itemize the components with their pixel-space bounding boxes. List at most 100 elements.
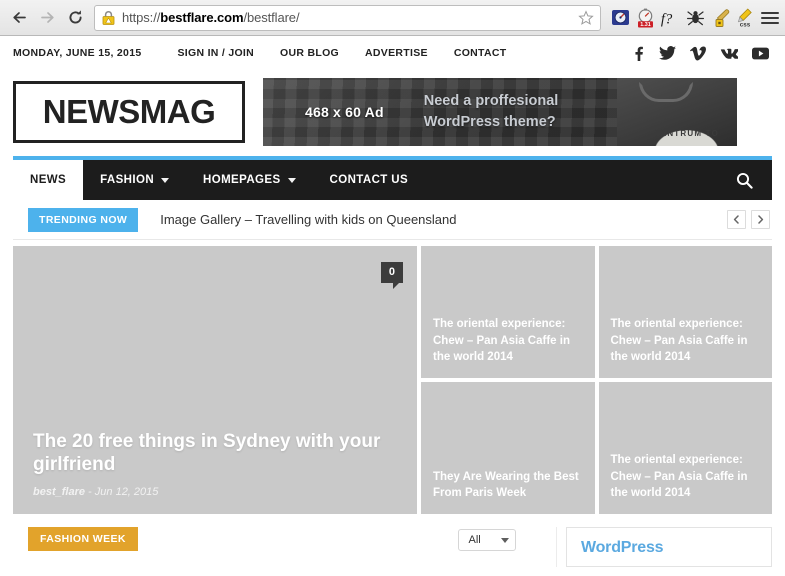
nav-item-fashion[interactable]: FASHION (83, 160, 186, 200)
extension-icons: 1.31 f? css (608, 7, 755, 29)
trending-prev-button[interactable] (727, 210, 746, 229)
nav-item-contact-us[interactable]: CONTACT US (313, 160, 426, 200)
trending-next-button[interactable] (751, 210, 770, 229)
featured-posts-row-1: The oriental experience: Chew – Pan Asia… (421, 246, 772, 378)
svg-text:1.31: 1.31 (640, 22, 651, 28)
back-button[interactable] (6, 5, 32, 31)
color-picker-eyedropper-icon[interactable] (710, 7, 730, 29)
featured-post-author[interactable]: best_flare (33, 486, 85, 498)
featured-post-small-4[interactable]: The oriental experience: Chew – Pan Asia… (598, 382, 773, 514)
svg-text:css: css (740, 22, 751, 28)
featured-post-small-4-caption: The oriental experience: Chew – Pan Asia… (599, 442, 773, 514)
featured-post-small-1-caption: The oriental experience: Chew – Pan Asia… (421, 306, 595, 378)
web-page: MONDAY, JUNE 15, 2015 SIGN IN / JOIN OUR… (0, 36, 785, 576)
nav-item-homepages[interactable]: HOMEPAGES (186, 160, 313, 200)
featured-post-small-3[interactable]: They Are Wearing the Best From Paris Wee… (421, 382, 595, 514)
sidebar-area: WordPress (556, 527, 772, 567)
wordpress-widget: WordPress (566, 527, 772, 567)
main-nav-wrapper: NEWS FASHION HOMEPAGES CONTACT US (0, 156, 785, 200)
address-bar[interactable]: https://bestflare.com/bestflare/ (94, 4, 601, 31)
ad-message-line-2: WordPress theme? (423, 114, 556, 130)
svg-text:f?: f? (661, 11, 673, 27)
chevron-down-icon (500, 537, 509, 543)
site-logo[interactable]: NEWSMAG (13, 81, 245, 143)
site-logo-text: NEWSMAG (42, 93, 216, 130)
ad-tshirt-image: TANTRUM TO (617, 78, 737, 146)
browser-toolbar: https://bestflare.com/bestflare/ 1.31 f?… (0, 0, 785, 36)
header-ad-banner[interactable]: 468 x 60 Ad Need a proffesional WordPres… (263, 78, 737, 146)
ad-message-line-1: Need a proffesional (423, 92, 559, 109)
speedometer-extension-icon[interactable] (610, 7, 630, 29)
category-filter-select[interactable]: All (457, 529, 516, 551)
featured-posts-mosaic: 0 The 20 free things in Sydney with your… (13, 246, 772, 514)
featured-post-small-3-title[interactable]: They Are Wearing the Best From Paris Wee… (433, 469, 583, 502)
featured-post-small-2[interactable]: The oriental experience: Chew – Pan Asia… (598, 246, 773, 378)
chevron-down-icon (287, 177, 296, 183)
featured-post-large[interactable]: 0 The 20 free things in Sydney with your… (13, 246, 417, 514)
ad-size-label: 468 x 60 Ad (305, 104, 384, 120)
url-scheme: https:// (122, 10, 161, 25)
trending-arrows (727, 210, 772, 229)
wordpress-widget-title: WordPress (581, 539, 664, 556)
category-badge-fashion-week[interactable]: FASHION WEEK (28, 527, 138, 551)
top-link-sign-in[interactable]: SIGN IN / JOIN (177, 47, 254, 59)
web-developer-bug-icon[interactable] (685, 7, 705, 29)
forward-arrow-icon (40, 12, 54, 23)
featured-posts-grid: The oriental experience: Chew – Pan Asia… (421, 246, 772, 514)
featured-post-small-1[interactable]: The oriental experience: Chew – Pan Asia… (421, 246, 595, 378)
main-nav: NEWS FASHION HOMEPAGES CONTACT US (13, 156, 772, 200)
top-link-advertise[interactable]: ADVERTISE (365, 47, 428, 59)
url-text: https://bestflare.com/bestflare/ (122, 10, 578, 25)
featured-post-small-2-title[interactable]: The oriental experience: Chew – Pan Asia… (611, 316, 761, 366)
search-icon (736, 172, 753, 189)
nav-item-contact-us-label: CONTACT US (329, 174, 409, 186)
top-links: SIGN IN / JOIN OUR BLOG ADVERTISE CONTAC… (177, 47, 506, 59)
top-link-our-blog[interactable]: OUR BLOG (280, 47, 339, 59)
featured-post-small-2-caption: The oriental experience: Chew – Pan Asia… (599, 306, 773, 378)
current-date: MONDAY, JUNE 15, 2015 (13, 47, 142, 59)
warning-padlock-icon (101, 10, 116, 26)
category-badge-area: FASHION WEEK (13, 527, 417, 551)
forward-button[interactable] (34, 5, 60, 31)
featured-post-small-1-title[interactable]: The oriental experience: Chew – Pan Asia… (433, 316, 583, 366)
star-outline-icon[interactable] (578, 9, 594, 26)
url-path: /bestflare/ (243, 10, 300, 25)
nav-search-button[interactable] (716, 160, 772, 200)
trending-now-badge[interactable]: TRENDING NOW (28, 207, 139, 232)
vk-icon[interactable] (720, 47, 738, 59)
back-arrow-icon (12, 12, 26, 23)
featured-post-small-3-caption: They Are Wearing the Best From Paris Wee… (421, 459, 595, 514)
below-mosaic-row: FASHION WEEK All WordPress (13, 527, 772, 567)
facebook-icon[interactable] (631, 46, 645, 61)
ad-tshirt-label: TANTRUM TO (654, 129, 719, 138)
youtube-icon[interactable] (752, 47, 769, 60)
featured-post-caption: The 20 free things in Sydney with your g… (13, 430, 417, 515)
top-utility-bar: MONDAY, JUNE 15, 2015 SIGN IN / JOIN OUR… (0, 36, 785, 70)
featured-post-meta: best_flare - Jun 12, 2015 (33, 486, 417, 498)
featured-post-date: Jun 12, 2015 (94, 486, 159, 498)
social-links (631, 45, 772, 61)
nav-item-news-label: NEWS (30, 174, 67, 186)
reload-button[interactable] (62, 5, 88, 31)
featured-post-small-4-title[interactable]: The oriental experience: Chew – Pan Asia… (611, 452, 761, 502)
ad-message: Need a proffesional WordPress theme? (424, 91, 559, 133)
hamburger-menu-icon[interactable] (761, 7, 779, 29)
site-header: NEWSMAG 468 x 60 Ad Need a proffesional … (0, 70, 785, 156)
trending-bar: TRENDING NOW Image Gallery – Travelling … (13, 200, 772, 240)
css-editor-pencil-icon[interactable]: css (735, 7, 755, 29)
nav-item-fashion-label: FASHION (100, 174, 155, 186)
page-speed-timer-icon[interactable]: 1.31 (635, 7, 655, 29)
font-inspector-icon[interactable]: f? (660, 7, 680, 29)
reload-icon (68, 10, 82, 24)
category-filter-value: All (468, 534, 481, 546)
featured-post-title[interactable]: The 20 free things in Sydney with your g… (33, 430, 388, 478)
vimeo-icon[interactable] (690, 45, 706, 61)
comment-count-badge[interactable]: 0 (380, 262, 403, 289)
ad-tshirt-collar (639, 82, 693, 102)
twitter-icon[interactable] (659, 45, 676, 61)
trending-headline[interactable]: Image Gallery – Travelling with kids on … (160, 212, 456, 227)
filter-area: All (421, 527, 552, 551)
nav-item-news[interactable]: NEWS (13, 160, 84, 200)
top-link-contact[interactable]: CONTACT (454, 47, 507, 59)
nav-item-homepages-label: HOMEPAGES (203, 174, 281, 186)
